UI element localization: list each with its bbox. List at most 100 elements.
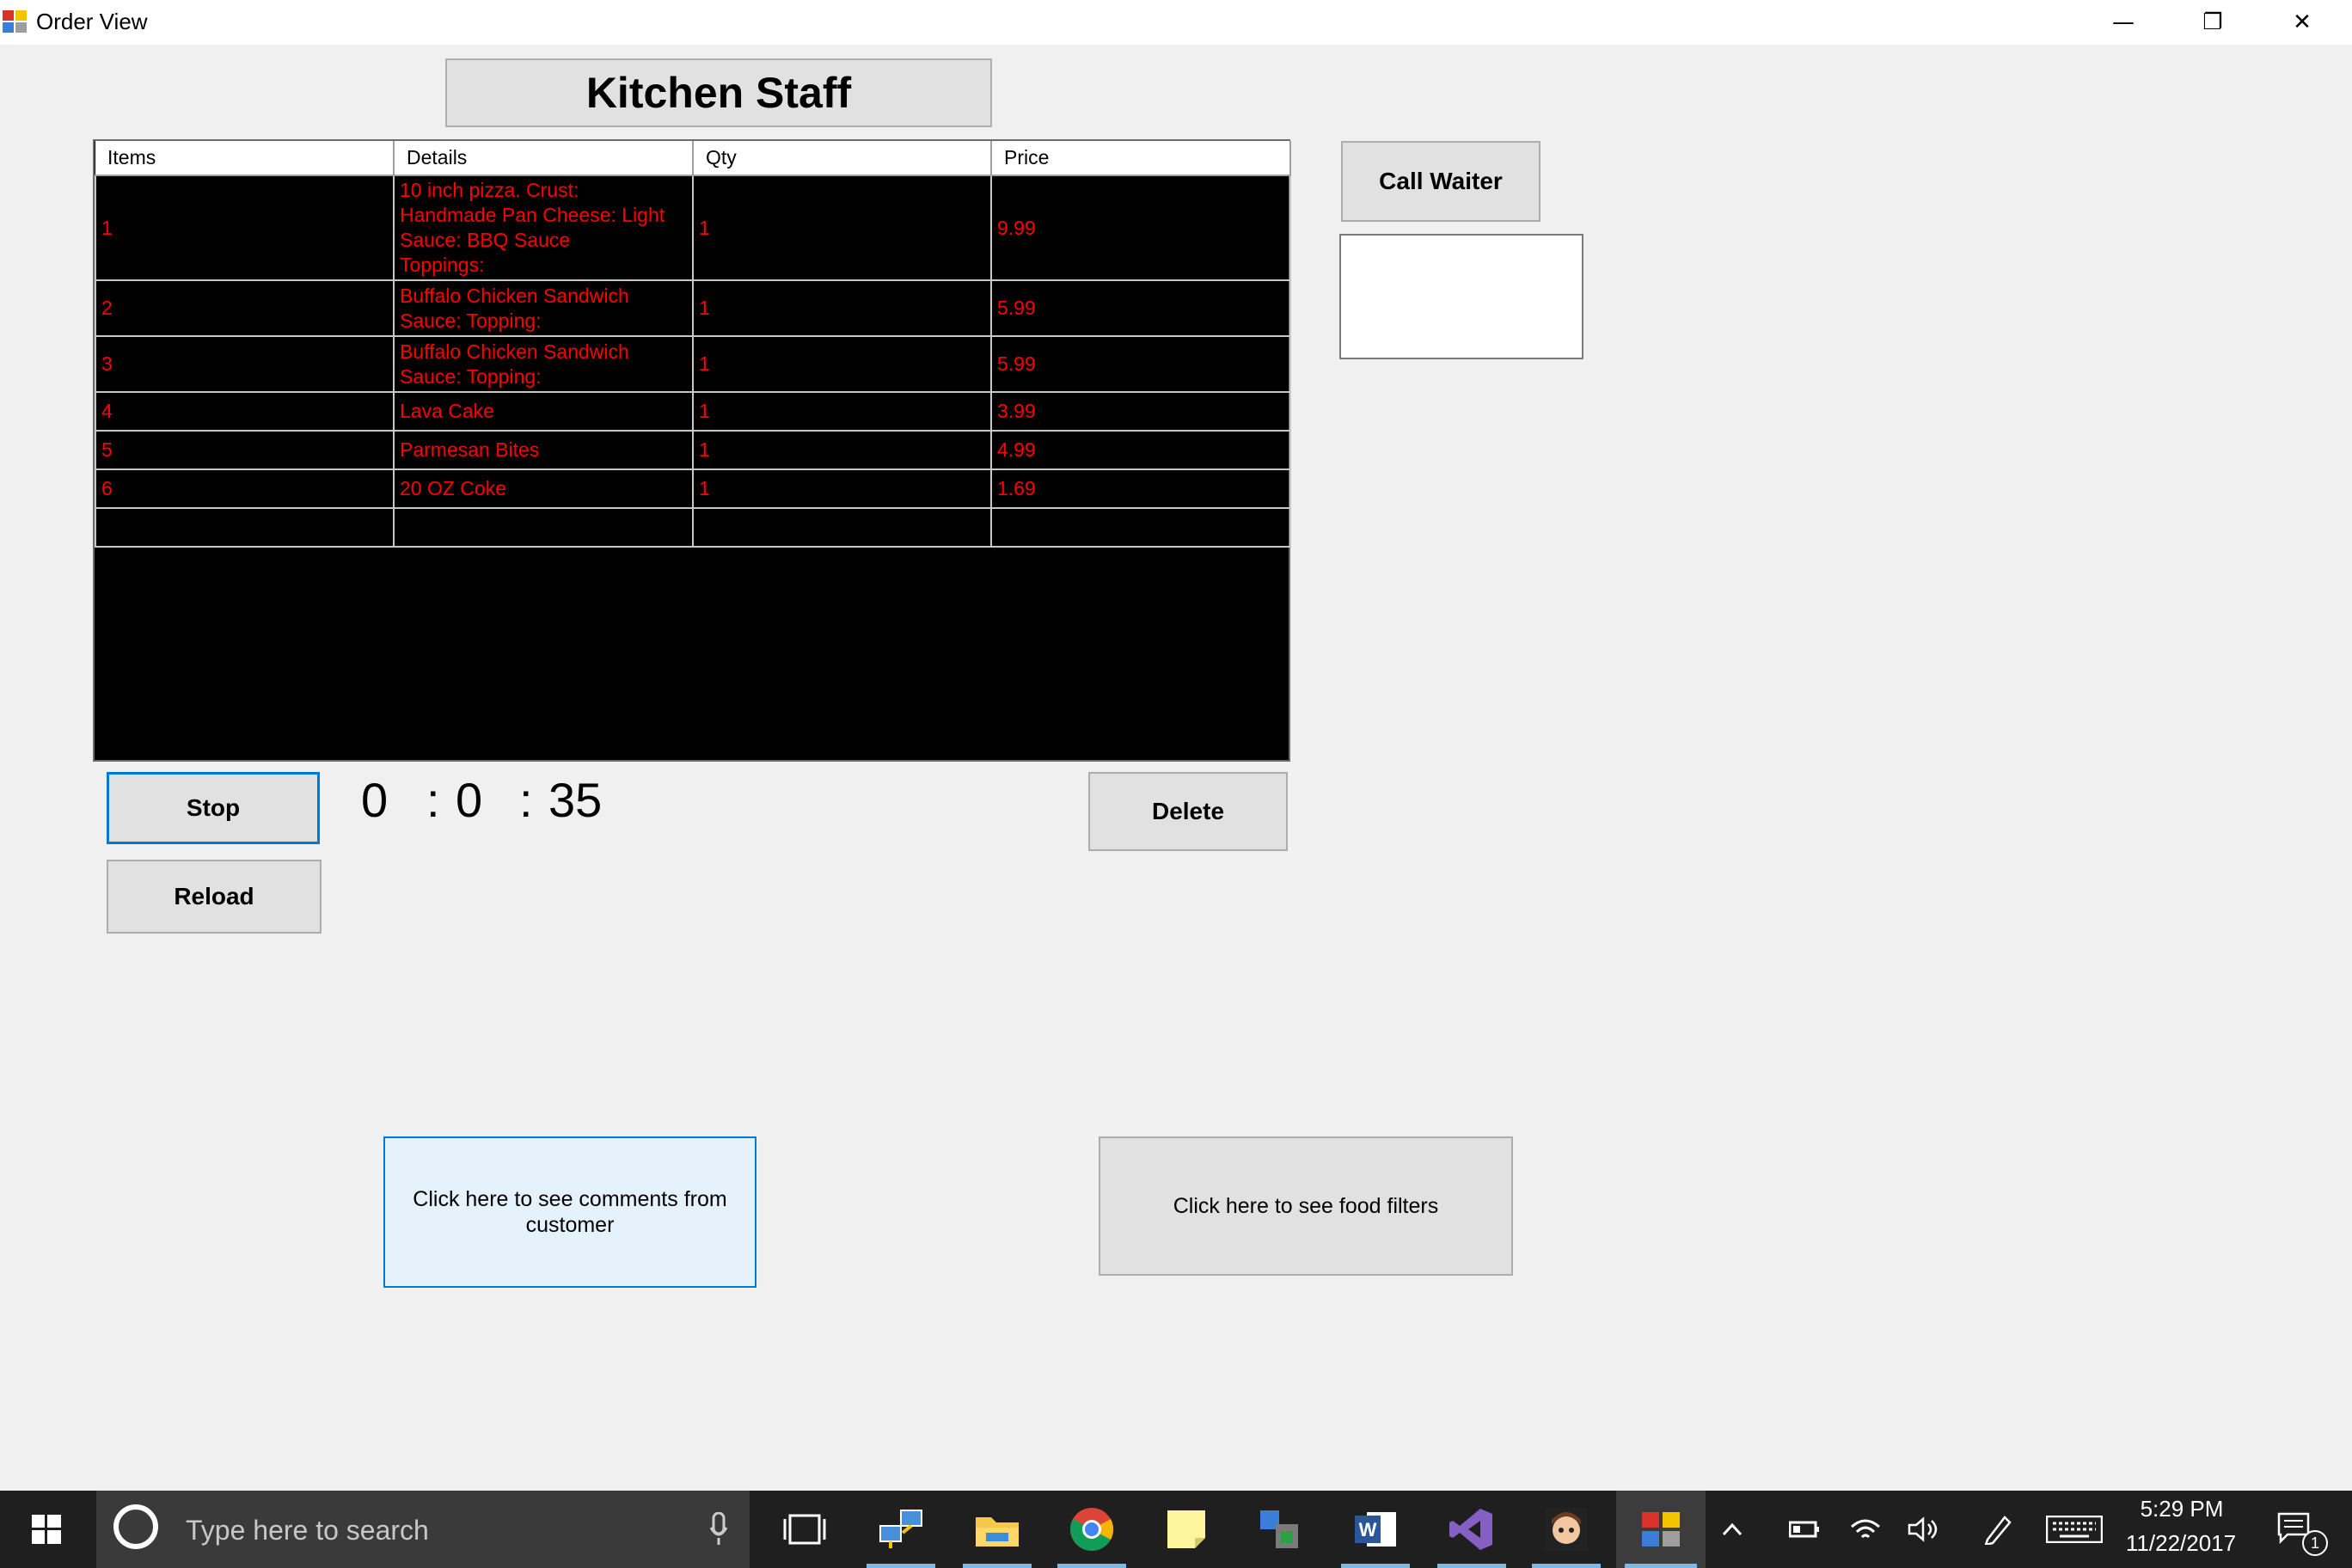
- task-view-icon: [783, 1514, 826, 1545]
- cell-item[interactable]: 4: [95, 391, 395, 432]
- cell-price[interactable]: 1.69: [990, 469, 1291, 509]
- file-explorer-button[interactable]: [956, 1491, 1038, 1568]
- visual-studio-button[interactable]: [1430, 1491, 1513, 1568]
- column-header-qty[interactable]: Qty: [693, 141, 992, 176]
- action-center-button[interactable]: 1: [2252, 1491, 2338, 1568]
- speaker-icon: [1908, 1516, 1938, 1542]
- cell-qty[interactable]: 1: [692, 469, 992, 509]
- kitchen-staff-header: Kitchen Staff: [445, 58, 992, 127]
- app-icon: [3, 10, 28, 34]
- close-icon: ✕: [2293, 9, 2312, 35]
- close-button[interactable]: ✕: [2257, 0, 2347, 45]
- order-view-app-button[interactable]: [1616, 1491, 1706, 1568]
- character-icon: [1545, 1508, 1588, 1551]
- cell-item[interactable]: 1: [95, 175, 395, 281]
- network-app-button[interactable]: [860, 1491, 942, 1568]
- column-header-items[interactable]: Items: [95, 141, 395, 176]
- cell-price[interactable]: 4.99: [990, 430, 1291, 470]
- svg-text:W: W: [1359, 1519, 1377, 1540]
- cell-item[interactable]: 2: [95, 279, 395, 337]
- food-filters-button[interactable]: Click here to see food filters: [1099, 1136, 1513, 1276]
- cell-details[interactable]: Parmesan Bites: [393, 430, 694, 470]
- running-indicator: [1057, 1564, 1126, 1568]
- cell-details[interactable]: [393, 507, 694, 548]
- table-row[interactable]: 2 Buffalo Chicken Sandwich Sauce: Toppin…: [95, 279, 1291, 337]
- window-title: Order View: [36, 9, 148, 34]
- cell-item[interactable]: 3: [95, 335, 395, 393]
- minimize-button[interactable]: —: [2079, 0, 2168, 45]
- clock-date[interactable]: 11/22/2017: [2116, 1530, 2245, 1557]
- cell-item[interactable]: [95, 507, 395, 548]
- reload-button[interactable]: Reload: [107, 860, 322, 934]
- order-view-app-icon: [1642, 1512, 1680, 1547]
- grid-header-row: Items Details Qty Price: [95, 141, 1291, 176]
- folder-icon: [976, 1517, 1019, 1547]
- pen-workspace-button[interactable]: [1963, 1491, 2032, 1568]
- table-row[interactable]: 1 10 inch pizza. Crust: Handmade Pan Che…: [95, 175, 1291, 281]
- cell-qty[interactable]: [692, 507, 992, 548]
- cell-qty[interactable]: 1: [692, 175, 992, 281]
- cell-price[interactable]: 9.99: [990, 175, 1291, 281]
- cell-price[interactable]: 5.99: [990, 279, 1291, 337]
- volume-button[interactable]: [1890, 1491, 1958, 1568]
- timer-minutes: 0: [456, 773, 483, 827]
- tool-app-icon: [1260, 1510, 1298, 1548]
- order-grid[interactable]: Items Details Qty Price 1 10 inch pizza.…: [93, 139, 1291, 762]
- word-icon: W: [1355, 1512, 1396, 1547]
- search-input[interactable]: Type here to search: [186, 1515, 429, 1547]
- notification-badge: 1: [2302, 1530, 2328, 1556]
- timer-hours: 0: [361, 773, 389, 827]
- sticky-notes-button[interactable]: [1145, 1491, 1228, 1568]
- cell-qty[interactable]: 1: [692, 430, 992, 470]
- clock-time[interactable]: 5:29 PM: [2122, 1496, 2242, 1522]
- order-table: Items Details Qty Price 1 10 inch pizza.…: [95, 141, 1291, 548]
- stop-button[interactable]: Stop: [107, 772, 320, 844]
- running-indicator: [867, 1564, 935, 1568]
- chrome-icon: [1070, 1508, 1114, 1551]
- cell-qty[interactable]: 1: [692, 279, 992, 337]
- cell-details[interactable]: 20 OZ Coke: [393, 469, 694, 509]
- table-row[interactable]: 3 Buffalo Chicken Sandwich Sauce: Toppin…: [95, 335, 1291, 393]
- call-waiter-button[interactable]: Call Waiter: [1341, 141, 1540, 222]
- sticky-note-icon: [1167, 1510, 1205, 1548]
- table-row[interactable]: 5 Parmesan Bites 1 4.99: [95, 430, 1291, 470]
- maximize-button[interactable]: ❐: [2168, 0, 2257, 45]
- network-computers-icon: [879, 1510, 922, 1548]
- cell-price[interactable]: 5.99: [990, 335, 1291, 393]
- cell-price[interactable]: 3.99: [990, 391, 1291, 432]
- cell-details[interactable]: Buffalo Chicken Sandwich Sauce: Topping:: [393, 335, 694, 393]
- table-row-new[interactable]: [95, 507, 1291, 548]
- table-row[interactable]: 4 Lava Cake 1 3.99: [95, 391, 1291, 432]
- visual-studio-icon: [1449, 1509, 1492, 1550]
- cell-details[interactable]: Buffalo Chicken Sandwich Sauce: Topping:: [393, 279, 694, 337]
- column-header-price[interactable]: Price: [991, 141, 1291, 176]
- wifi-icon: [1851, 1519, 1880, 1539]
- show-hidden-icons-button[interactable]: [1702, 1491, 1762, 1568]
- task-view-button[interactable]: [763, 1491, 846, 1568]
- touch-keyboard-button[interactable]: [2037, 1491, 2111, 1568]
- timer-seconds: 35: [548, 773, 603, 827]
- cell-qty[interactable]: 1: [692, 391, 992, 432]
- timer-separator: :: [426, 773, 440, 827]
- comments-button[interactable]: Click here to see comments from customer: [383, 1136, 756, 1288]
- cell-qty[interactable]: 1: [692, 335, 992, 393]
- chrome-button[interactable]: [1050, 1491, 1133, 1568]
- delete-button[interactable]: Delete: [1088, 772, 1288, 851]
- running-indicator: [1341, 1564, 1410, 1568]
- table-row[interactable]: 6 20 OZ Coke 1 1.69: [95, 469, 1291, 509]
- word-button[interactable]: W: [1334, 1491, 1417, 1568]
- column-header-details[interactable]: Details: [394, 141, 694, 176]
- microphone-button[interactable]: [677, 1491, 760, 1568]
- start-button[interactable]: [5, 1491, 88, 1568]
- cell-price[interactable]: [990, 507, 1291, 548]
- title-bar: Order View — ❐ ✕: [0, 0, 2352, 45]
- cell-details[interactable]: Lava Cake: [393, 391, 694, 432]
- running-indicator: [1532, 1564, 1601, 1568]
- game-app-button[interactable]: [1525, 1491, 1608, 1568]
- cell-item[interactable]: 5: [95, 430, 395, 470]
- cortana-icon[interactable]: [113, 1504, 158, 1549]
- running-indicator: [1437, 1564, 1506, 1568]
- cell-details[interactable]: 10 inch pizza. Crust: Handmade Pan Chees…: [393, 175, 694, 281]
- tool-app-button[interactable]: [1238, 1491, 1320, 1568]
- cell-item[interactable]: 6: [95, 469, 395, 509]
